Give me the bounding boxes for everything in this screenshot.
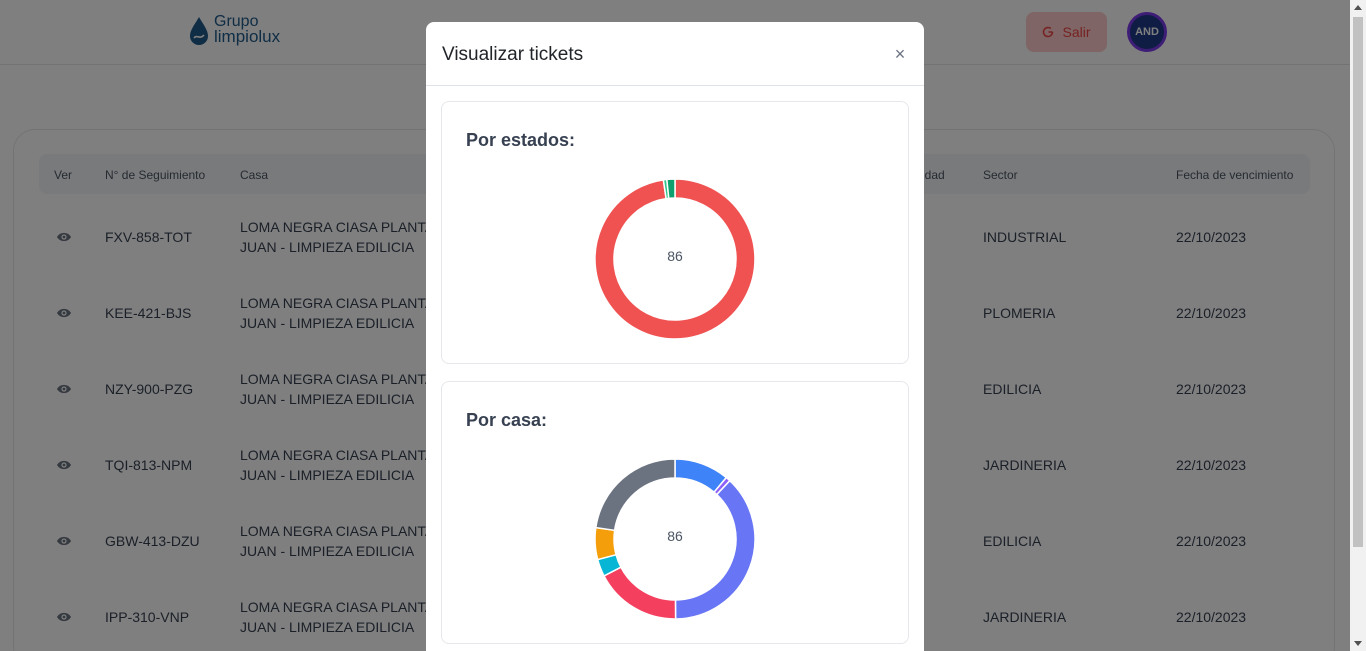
scroll-up-arrow-icon[interactable] [1354,5,1362,10]
house-slice-3[interactable] [603,566,677,620]
close-icon[interactable]: × [888,44,912,64]
status-slice-2[interactable] [666,178,676,200]
house-slice-2[interactable] [674,479,756,620]
status-chart-total: 86 [667,248,683,264]
scroll-thumb[interactable] [1353,17,1363,547]
scroll-down-arrow-icon[interactable] [1354,641,1362,646]
house-chart-title: Por casa: [466,410,548,430]
house-chart-total: 86 [667,528,683,544]
modal-header: Visualizar tickets × [426,22,924,86]
view-tickets-modal: Visualizar tickets × Por estados: 86 Por… [426,22,924,651]
house-chart-card: Por casa: 86 [441,381,909,644]
status-chart-title: Por estados: [466,130,576,150]
modal-title: Visualizar tickets [442,44,584,65]
house-slice-6[interactable] [594,458,676,532]
page-scrollbar[interactable] [1350,0,1366,651]
status-chart-card: Por estados: 86 [441,101,909,364]
